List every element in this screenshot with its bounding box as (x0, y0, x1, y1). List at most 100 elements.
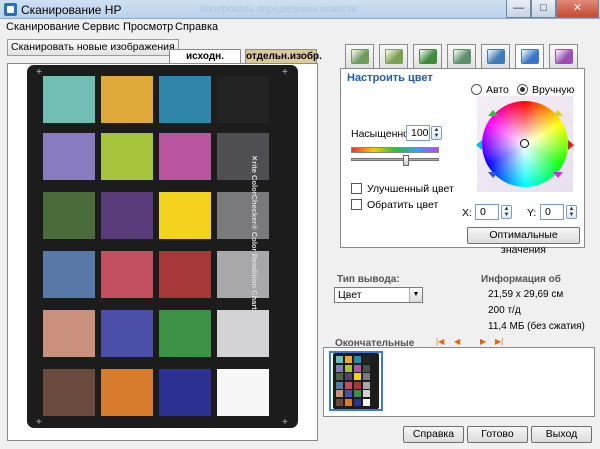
thumbnail-patch (363, 399, 370, 406)
color-patch (159, 251, 211, 298)
thumbnail-patch (345, 399, 352, 406)
saturation-slider-thumb[interactable] (403, 155, 409, 166)
panel-title: Настроить цвет (347, 72, 433, 84)
thumbnail-patch (354, 399, 361, 406)
color-patch (43, 251, 95, 298)
export-icon (487, 49, 505, 64)
color-patch (101, 369, 153, 416)
color-adjust-icon (521, 49, 539, 64)
red-arrow-icon[interactable] (568, 140, 574, 150)
card-brand-text: ✕rite ColorChecker® Color Rendition Char… (250, 155, 259, 310)
color-patch (159, 133, 211, 180)
color-patch (43, 133, 95, 180)
last-page-icon[interactable]: ▶| (495, 337, 503, 346)
output-type-select[interactable]: Цвет ▼ (334, 287, 423, 303)
title-bar: Сканирование HP Копировать определения н… (0, 0, 600, 19)
info-label: Информация об (481, 274, 561, 285)
exit-button[interactable]: Выход (531, 426, 592, 443)
close-button[interactable]: ✕ (556, 0, 599, 18)
done-button[interactable]: Готово (467, 426, 528, 443)
chevron-down-icon[interactable]: ▼ (409, 288, 422, 302)
thumbnail-patch (336, 356, 343, 363)
y-input[interactable]: 0 (540, 204, 564, 220)
menu-view[interactable]: Просмотр (123, 21, 173, 33)
scan-new-images-button[interactable]: Сканировать новые изображения (7, 39, 179, 56)
color-patch (217, 310, 269, 357)
thumbnail-patch (363, 364, 370, 372)
tool-tab-scan-image[interactable] (345, 44, 374, 68)
tool-tab-export[interactable] (481, 44, 510, 68)
image-adjust-icon (453, 49, 471, 64)
thumbnail-patch (354, 364, 361, 372)
x-stepper[interactable]: ▲ ▼ (501, 205, 512, 219)
x-label: X: (462, 207, 472, 219)
info-dpi: 200 т/д (488, 305, 521, 316)
output-type-value: Цвет (338, 289, 362, 301)
color-patch (217, 369, 269, 416)
y-stepper[interactable]: ▲ ▼ (566, 205, 577, 219)
color-patch (159, 310, 211, 357)
color-patch (217, 251, 269, 298)
color-patch (159, 76, 211, 123)
saturation-color-bar (351, 147, 439, 153)
color-patch (43, 310, 95, 357)
prev-page-icon[interactable]: ◀ (454, 337, 460, 346)
help-button[interactable]: Справка (403, 426, 464, 443)
color-patch (101, 310, 153, 357)
color-patch (159, 192, 211, 239)
color-patch (217, 192, 269, 239)
color-wheel-cursor[interactable] (520, 139, 529, 148)
thumbnail-patch (336, 399, 343, 406)
optimal-values-button[interactable]: Оптимальные значения (467, 227, 580, 256)
improved-color-checkbox[interactable] (351, 183, 362, 194)
saturation-slider-track (351, 158, 439, 161)
auto-label: Авто (486, 84, 509, 96)
color-patch (101, 133, 153, 180)
tool-tab-resize[interactable] (379, 44, 408, 68)
auto-radio[interactable] (471, 84, 482, 95)
menu-service[interactable]: Сервис (82, 21, 120, 33)
crop-corner-mark: + (282, 417, 288, 428)
color-patch (159, 369, 211, 416)
thumbnail-patch (354, 356, 361, 363)
manual-radio[interactable] (517, 84, 528, 95)
menu-help[interactable]: Справка (175, 21, 218, 33)
window-title: Сканирование HP (21, 3, 122, 17)
blue-arrow-icon[interactable] (488, 172, 498, 178)
tool-tab-sharpen[interactable] (549, 44, 578, 68)
tool-tab-color-adjust[interactable] (515, 44, 544, 69)
tool-tab-crop[interactable] (413, 44, 442, 68)
green-arrow-icon[interactable] (488, 110, 498, 116)
thumbnail-patch (345, 390, 352, 398)
thumbnail-patch (363, 381, 370, 389)
maximize-button[interactable]: □ (531, 0, 556, 18)
app-icon (4, 3, 17, 16)
cyan-arrow-icon[interactable] (476, 140, 482, 150)
crop-icon (419, 49, 437, 64)
color-patch (43, 192, 95, 239)
thumbnail-patch (354, 390, 361, 398)
tab-original-image[interactable]: исходн. изобр. (169, 49, 241, 76)
next-page-icon[interactable]: ▶ (480, 337, 486, 346)
thumbnail-patch (363, 373, 370, 381)
saturation-input[interactable]: 100 (406, 125, 430, 141)
color-patch (217, 76, 269, 123)
y-label: Y: (527, 207, 537, 219)
thumbnail-patch (354, 381, 361, 389)
saturation-stepper[interactable]: ▲ ▼ (431, 126, 442, 140)
invert-color-checkbox[interactable] (351, 199, 362, 210)
x-input[interactable]: 0 (475, 204, 499, 220)
tool-tab-image-adjust[interactable] (447, 44, 476, 68)
first-page-icon[interactable]: |◀ (436, 337, 444, 346)
tab-separate-image[interactable]: отдельн.изобр. (245, 49, 322, 64)
thumbnail-patch (354, 373, 361, 381)
menu-scan[interactable]: Сканирование (6, 21, 80, 33)
minimize-button[interactable]: — (506, 0, 531, 18)
magenta-arrow-icon[interactable] (553, 172, 563, 178)
yellow-arrow-icon[interactable] (553, 110, 563, 116)
info-size: 21,59 x 29,69 см (488, 289, 564, 300)
menu-bar: Сканирование Сервис Просмотр Справка (0, 19, 600, 36)
crop-corner-mark: + (36, 67, 42, 78)
thumbnail-patch (345, 373, 352, 381)
thumbnail-patch (336, 364, 343, 372)
